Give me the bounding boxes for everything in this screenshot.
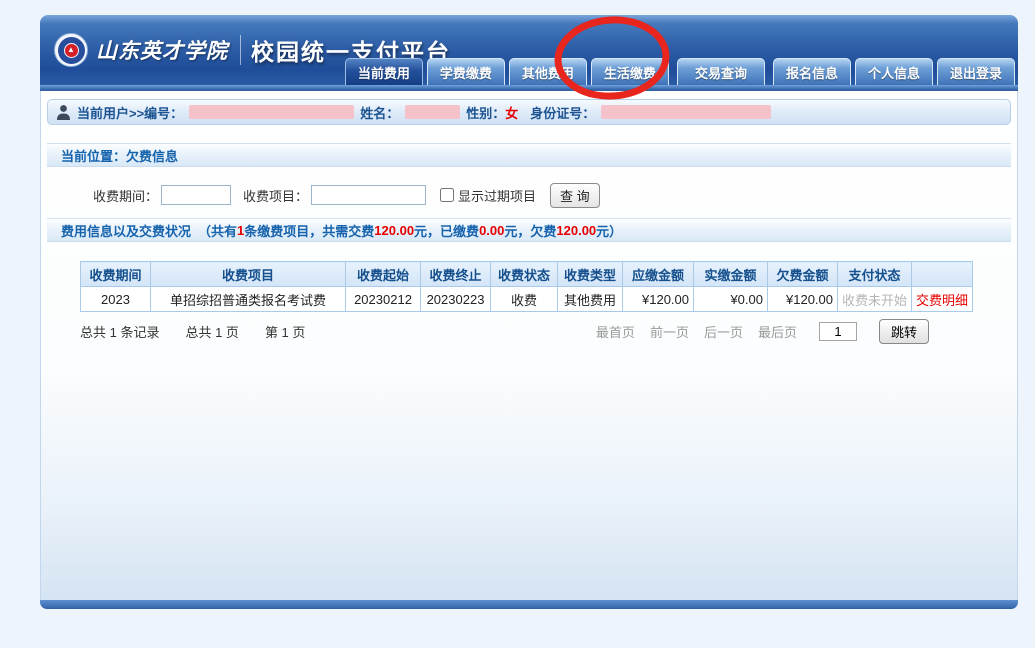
col-period: 收费期间 bbox=[81, 262, 151, 287]
table-header-row: 收费期间 收费项目 收费起始 收费终止 收费状态 收费类型 应缴金额 实缴金额 … bbox=[81, 262, 973, 287]
fee-summary-text: 元，已缴费 bbox=[414, 221, 479, 240]
header: ▲ 山东英才学院 校园统一支付平台 当前费用 学费缴费 其他费用 生活缴费 交易… bbox=[40, 15, 1018, 85]
current-page-text: 第 1 页 bbox=[265, 322, 305, 341]
footer-bar bbox=[40, 600, 1018, 609]
col-start: 收费起始 bbox=[346, 262, 421, 287]
next-page-link[interactable]: 后一页 bbox=[704, 322, 743, 341]
payment-platform-window: ▲ 山东英才学院 校园统一支付平台 当前费用 学费缴费 其他费用 生活缴费 交易… bbox=[40, 15, 1018, 609]
tab-tuition-payment[interactable]: 学费缴费 bbox=[427, 58, 505, 85]
show-expired-label: 显示过期项目 bbox=[458, 186, 536, 205]
name-label: 姓名： bbox=[360, 103, 399, 122]
cell-status: 收费 bbox=[491, 287, 558, 312]
tab-logout[interactable]: 退出登录 bbox=[937, 58, 1015, 85]
col-due: 应缴金额 bbox=[623, 262, 694, 287]
col-paid: 实缴金额 bbox=[694, 262, 768, 287]
total-pages-text: 总共 1 页 bbox=[185, 322, 238, 341]
search-form: 收费期间： 收费项目： 显示过期项目 查 询 bbox=[93, 183, 1011, 207]
fee-owed: 120.00 bbox=[556, 223, 596, 238]
tab-current-fees[interactable]: 当前费用 bbox=[345, 58, 423, 85]
fee-summary-title: 费用信息以及交费状况 bbox=[61, 221, 191, 240]
current-location-text: 当前位置：欠费信息 bbox=[61, 146, 178, 165]
current-user-bar: 当前用户>>编号： 姓名： 性别： 女 身份证号： bbox=[47, 99, 1011, 125]
jump-button[interactable]: 跳转 bbox=[879, 319, 929, 344]
school-name: 山东英才学院 bbox=[96, 35, 228, 65]
fee-summary-bar: 费用信息以及交费状况 （共有 1 条缴费项目，共需交费 120.00 元，已缴费… bbox=[47, 218, 1011, 242]
fee-total: 120.00 bbox=[374, 223, 414, 238]
cell-item: 单招综招普通类报名考试费 bbox=[151, 287, 346, 312]
fee-summary-text: （共有 bbox=[198, 221, 237, 240]
first-page-link[interactable]: 最首页 bbox=[596, 322, 635, 341]
last-page-link[interactable]: 最后页 bbox=[758, 322, 797, 341]
page-number-input[interactable] bbox=[819, 322, 857, 341]
gender-label: 性别： bbox=[466, 103, 505, 122]
prev-page-link[interactable]: 前一页 bbox=[650, 322, 689, 341]
fee-summary-text: 条缴费项目，共需交费 bbox=[244, 221, 374, 240]
tab-living-payment[interactable]: 生活缴费 bbox=[591, 58, 669, 85]
cell-start: 20230212 bbox=[346, 287, 421, 312]
show-expired-checkbox[interactable] bbox=[440, 188, 454, 202]
item-input[interactable] bbox=[311, 185, 426, 205]
cell-due: ¥120.00 bbox=[623, 287, 694, 312]
col-pay-status: 支付状态 bbox=[838, 262, 912, 287]
col-item: 收费项目 bbox=[151, 262, 346, 287]
redacted-student-number bbox=[189, 105, 354, 119]
cell-end: 20230223 bbox=[421, 287, 491, 312]
table-row: 2023 单招综招普通类报名考试费 20230212 20230223 收费 其… bbox=[81, 287, 973, 312]
tab-other-fees[interactable]: 其他费用 bbox=[509, 58, 587, 85]
breadcrumb: 当前位置：欠费信息 bbox=[47, 143, 1011, 167]
fee-count: 1 bbox=[237, 223, 244, 238]
pager-controls: 最首页 前一页 后一页 最后页 跳转 bbox=[581, 319, 967, 344]
col-status: 收费状态 bbox=[491, 262, 558, 287]
total-records-text: 总共 1 条记录 bbox=[80, 322, 159, 341]
fee-summary-text: 元，欠费 bbox=[504, 221, 556, 240]
main-content: 当前用户>>编号： 姓名： 性别： 女 身份证号： 当前位置：欠费信息 收费期间… bbox=[40, 91, 1018, 600]
tab-registration-info[interactable]: 报名信息 bbox=[773, 58, 851, 85]
item-label: 收费项目： bbox=[243, 186, 308, 205]
fee-summary-text: 元） bbox=[596, 221, 622, 240]
cell-period: 2023 bbox=[81, 287, 151, 312]
query-button[interactable]: 查 询 bbox=[550, 183, 600, 208]
school-logo-icon: ▲ bbox=[54, 33, 88, 67]
gender-value: 女 bbox=[505, 103, 518, 122]
logo-ring: ▲ bbox=[58, 37, 85, 64]
period-input[interactable] bbox=[161, 185, 231, 205]
cell-pay-status: 收费未开始 bbox=[838, 287, 912, 312]
tab-transaction-query[interactable]: 交易查询 bbox=[677, 58, 765, 85]
redacted-id-number bbox=[601, 105, 771, 119]
cell-owed: ¥120.00 bbox=[768, 287, 838, 312]
period-label: 收费期间： bbox=[93, 186, 158, 205]
col-detail bbox=[912, 262, 973, 287]
col-type: 收费类型 bbox=[558, 262, 623, 287]
fee-table: 收费期间 收费项目 收费起始 收费终止 收费状态 收费类型 应缴金额 实缴金额 … bbox=[80, 261, 973, 312]
col-end: 收费终止 bbox=[421, 262, 491, 287]
pagination: 总共 1 条记录 总共 1 页 第 1 页 最首页 前一页 后一页 最后页 跳转 bbox=[80, 319, 967, 343]
col-owed: 欠费金额 bbox=[768, 262, 838, 287]
nav-tabs: 当前费用 学费缴费 其他费用 生活缴费 交易查询 报名信息 个人信息 退出登录 bbox=[341, 58, 1015, 85]
tab-personal-info[interactable]: 个人信息 bbox=[855, 58, 933, 85]
user-prefix-label: 当前用户>>编号： bbox=[77, 103, 183, 122]
fee-paid: 0.00 bbox=[479, 223, 504, 238]
payment-detail-link[interactable]: 交费明细 bbox=[912, 287, 973, 312]
brand-divider bbox=[240, 35, 241, 65]
cell-type: 其他费用 bbox=[558, 287, 623, 312]
cell-paid: ¥0.00 bbox=[694, 287, 768, 312]
user-icon bbox=[56, 104, 71, 121]
id-number-label: 身份证号： bbox=[530, 103, 595, 122]
logo-core: ▲ bbox=[64, 43, 79, 58]
redacted-name bbox=[405, 105, 460, 119]
